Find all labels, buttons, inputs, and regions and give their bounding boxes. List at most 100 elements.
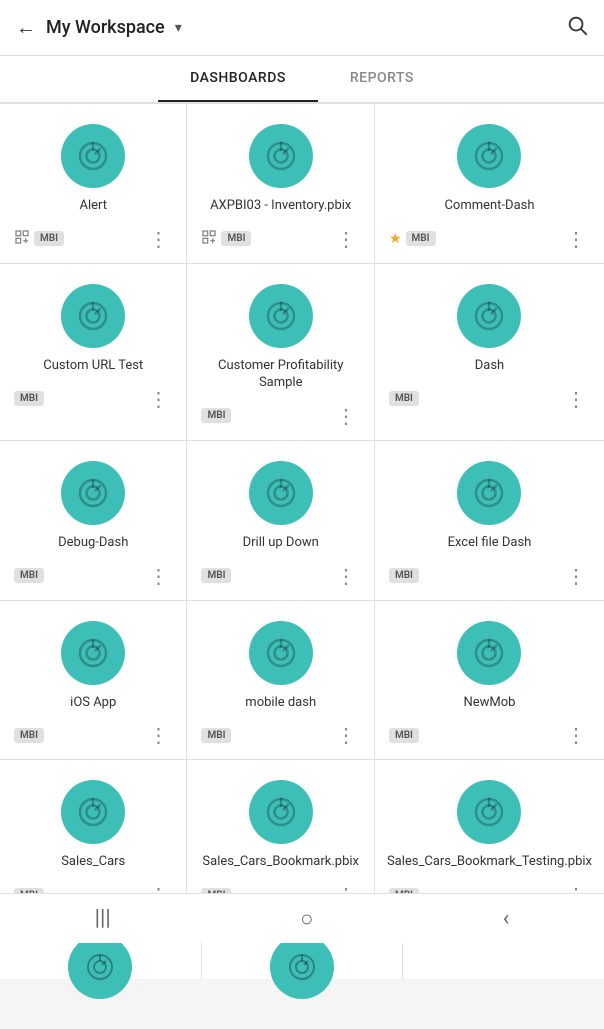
mbi-badge: MBI	[201, 408, 231, 423]
search-icon[interactable]	[566, 14, 588, 41]
card-title: Debug-Dash	[54, 535, 132, 552]
dashboard-icon	[61, 461, 125, 525]
partial-icon-2	[270, 935, 334, 999]
header-left: ← My Workspace ▾	[16, 15, 182, 40]
card-title: Comment-Dash	[440, 198, 538, 215]
more-options-button[interactable]: ⋮	[332, 404, 360, 428]
badge-row: MBI	[389, 391, 419, 406]
card-title: AXPBI03 - Inventory.pbix	[206, 198, 355, 215]
dashboard-card[interactable]: Debug-Dash MBI ⋮	[0, 441, 186, 600]
back-button[interactable]: ←	[16, 15, 36, 40]
badge-row: MBI	[14, 568, 44, 583]
card-footer: MBI ⋮	[383, 560, 596, 590]
chevron-down-icon[interactable]: ▾	[175, 20, 182, 36]
bottom-nav: ||| ○ ‹	[0, 893, 604, 943]
dashboard-icon	[61, 621, 125, 685]
more-options-button[interactable]: ⋮	[562, 564, 590, 588]
dashboard-icon	[61, 284, 125, 348]
dashboard-icon	[61, 124, 125, 188]
dashboard-icon	[61, 780, 125, 844]
back-nav-button[interactable]: ‹	[479, 898, 534, 939]
more-options-button[interactable]: ⋮	[562, 723, 590, 747]
more-options-button[interactable]: ⋮	[144, 723, 172, 747]
dashboard-icon	[249, 124, 313, 188]
badge-row: MBI	[201, 568, 231, 583]
card-title: Drill up Down	[239, 535, 323, 552]
dashboard-icon	[249, 780, 313, 844]
more-options-button[interactable]: ⋮	[144, 387, 172, 411]
dashboard-icon	[457, 284, 521, 348]
dashboard-card[interactable]: iOS AppMBI⋮	[0, 601, 186, 760]
header: ← My Workspace ▾	[0, 0, 604, 56]
dashboard-card[interactable]: NewMob MBI ⋮	[375, 601, 604, 760]
mbi-badge: MBI	[406, 231, 436, 246]
card-title: Customer Profitability Sample	[195, 358, 365, 392]
more-options-button[interactable]: ⋮	[332, 723, 360, 747]
dashboard-icon	[249, 461, 313, 525]
dashboard-icon	[249, 284, 313, 348]
dashboard-card[interactable]: Excel file Dash MBI ⋮	[375, 441, 604, 600]
card-title: Dash	[471, 358, 508, 375]
card-footer: ★ MBI ⋮	[383, 223, 596, 253]
more-options-button[interactable]: ⋮	[332, 227, 360, 251]
card-footer: MBI ⋮	[195, 719, 365, 749]
card-footer: MBI ⋮	[8, 223, 178, 253]
more-options-button[interactable]: ⋮	[562, 227, 590, 251]
card-footer: MBI ⋮	[8, 383, 178, 413]
dashboard-card[interactable]: Drill up Down MBI ⋮	[187, 441, 373, 600]
tabs-bar: DASHBOARDS REPORTS	[0, 56, 604, 103]
shared-icon	[201, 229, 217, 249]
star-icon: ★	[389, 231, 402, 247]
dashboard-card[interactable]: Customer Profitability Sample MBI ⋮	[187, 264, 373, 440]
card-title: mobile dash	[241, 695, 320, 712]
mbi-badge: MBI	[34, 231, 64, 246]
card-title: Sales_Cars_Bookmark_Testing.pbix	[383, 854, 596, 871]
dashboard-icon	[457, 621, 521, 685]
tab-reports[interactable]: REPORTS	[318, 56, 446, 102]
mbi-badge: MBI	[14, 391, 44, 406]
dashboard-icon	[457, 461, 521, 525]
card-footer: MBI ⋮	[8, 719, 178, 749]
dashboard-card[interactable]: mobile dash MBI ⋮	[187, 601, 373, 760]
badge-row: MBI	[389, 728, 419, 743]
card-footer: MBI ⋮	[195, 400, 365, 430]
dashboard-card[interactable]: AXPBI03 - Inventory.pbix MBI ⋮	[187, 104, 373, 263]
dashboard-icon	[457, 780, 521, 844]
dashboard-icon	[457, 124, 521, 188]
more-options-button[interactable]: ⋮	[144, 227, 172, 251]
dashboard-icon	[249, 621, 313, 685]
badge-row: MBI	[389, 568, 419, 583]
dashboard-card[interactable]: Comment-Dash ★ MBI ⋮	[375, 104, 604, 263]
badge-row: MBI	[201, 408, 231, 423]
card-footer: MBI ⋮	[383, 719, 596, 749]
card-footer: MBI ⋮	[195, 560, 365, 590]
dashboard-grid: Alert MBI ⋮ AXPBI03 - Inventory.pbix MBI ⋮…	[0, 103, 604, 919]
workspace-title: My Workspace	[46, 17, 165, 38]
badge-row: MBI	[201, 229, 251, 249]
home-nav-button[interactable]: ○	[276, 898, 337, 940]
mbi-badge: MBI	[389, 568, 419, 583]
more-options-button[interactable]: ⋮	[562, 387, 590, 411]
shared-icon	[14, 229, 30, 249]
card-title: Sales_Cars	[57, 854, 129, 871]
dashboard-card[interactable]: Alert MBI ⋮	[0, 104, 186, 263]
card-title: Excel file Dash	[444, 535, 536, 552]
mbi-badge: MBI	[389, 391, 419, 406]
dashboard-card[interactable]: Custom URL Test MBI ⋮	[0, 264, 186, 440]
more-options-button[interactable]: ⋮	[144, 564, 172, 588]
card-title: NewMob	[459, 695, 519, 712]
mbi-badge: MBI	[14, 568, 44, 583]
card-footer: MBI ⋮	[383, 383, 596, 413]
card-footer: MBI ⋮	[195, 223, 365, 253]
badge-row: MBI	[14, 229, 64, 249]
mbi-badge: MBI	[14, 728, 44, 743]
mbi-badge: MBI	[201, 728, 231, 743]
menu-nav-button[interactable]: |||	[71, 898, 135, 939]
more-options-button[interactable]: ⋮	[332, 564, 360, 588]
card-title: Alert	[75, 198, 111, 215]
badge-row: MBI	[201, 728, 231, 743]
card-title: Custom URL Test	[39, 358, 147, 375]
card-title: Sales_Cars_Bookmark.pbix	[198, 854, 363, 871]
dashboard-card[interactable]: Dash MBI ⋮	[375, 264, 604, 440]
tab-dashboards[interactable]: DASHBOARDS	[158, 56, 318, 102]
